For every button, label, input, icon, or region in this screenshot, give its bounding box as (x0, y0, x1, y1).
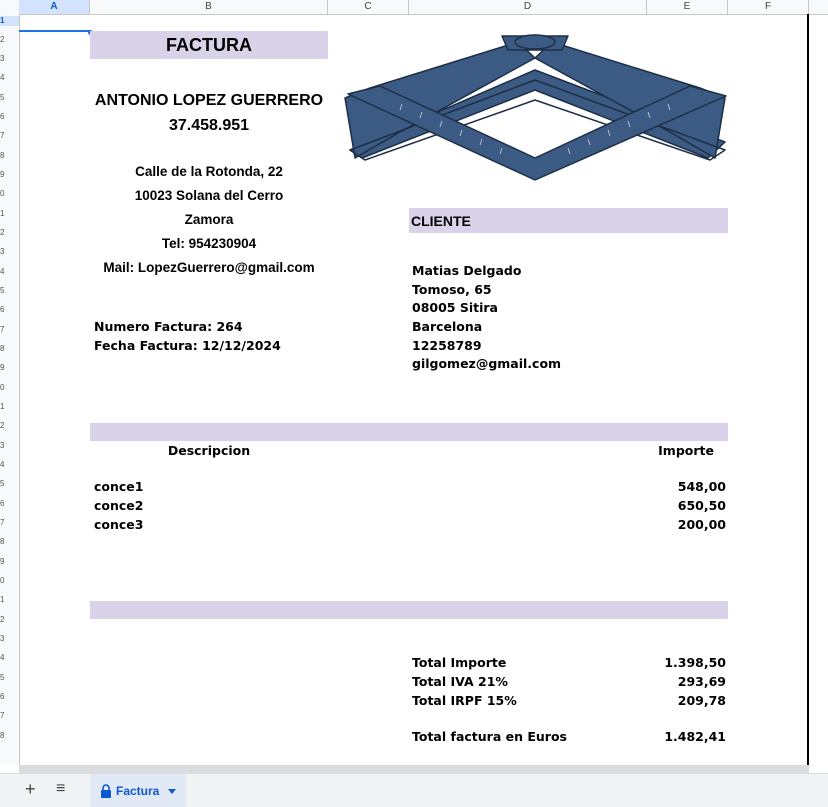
row-number[interactable]: 6 (0, 692, 19, 702)
selected-cell-a1[interactable] (19, 14, 90, 32)
column-header-bar: A B C D E F (0, 0, 828, 15)
row-number[interactable]: 0 (0, 383, 19, 393)
row-number[interactable]: 3 (0, 247, 19, 257)
row-number[interactable]: 2 (0, 228, 19, 238)
caret-down-icon[interactable] (168, 789, 176, 794)
grand-total-value: 1.482,41 (664, 729, 726, 744)
row-number[interactable]: 3 (0, 634, 19, 644)
column-header-a[interactable]: A (19, 0, 90, 14)
column-header-e[interactable]: E (647, 0, 728, 14)
row-number[interactable]: 6 (0, 305, 19, 315)
column-header-d[interactable]: D (409, 0, 647, 14)
total-importe-label: Total Importe (412, 655, 507, 670)
row-number[interactable]: 8 (0, 344, 19, 354)
row-number[interactable]: 2 (0, 615, 19, 625)
row-header-bar: 1 2 3 4 5 6 7 8 9 0 1 2 3 4 5 6 7 8 9 0 1 2 3 4 5 6 7 8 9 0 1 2 3 4 5 6 7 8 (0, 14, 20, 765)
row-number[interactable]: 1 (0, 402, 19, 412)
row-number[interactable]: 4 (0, 73, 19, 83)
client-city: 08005 Sitira (412, 300, 498, 315)
invoice-date: Fecha Factura: 12/12/2024 (94, 338, 281, 353)
client-name: Matias Delgado (412, 263, 522, 278)
issuer-name: ANTONIO LOPEZ GUERRERO (94, 92, 324, 109)
issuer-city: 10023 Solana del Cerro (134, 188, 284, 203)
row-number[interactable]: 1 (0, 16, 19, 26)
row-number[interactable]: 3 (0, 441, 19, 451)
row-number[interactable]: 6 (0, 112, 19, 122)
item-description: conce3 (94, 517, 144, 532)
row-number[interactable]: 5 (0, 93, 19, 103)
description-header: Descripcion (167, 443, 251, 458)
amount-header: Importe (658, 443, 714, 458)
row-number[interactable]: 9 (0, 363, 19, 373)
row-number[interactable]: 0 (0, 576, 19, 586)
column-header-f[interactable]: F (728, 0, 809, 14)
row-number[interactable]: 2 (0, 421, 19, 431)
client-header: CLIENTE (411, 213, 471, 229)
column-header-c[interactable]: C (328, 0, 409, 14)
row-number[interactable]: 0 (0, 189, 19, 199)
row-number[interactable]: 2 (0, 35, 19, 45)
issuer-phone: Tel: 954230904 (161, 236, 257, 251)
row-number[interactable]: 4 (0, 653, 19, 663)
issuer-address: Calle de la Rotonda, 22 (135, 164, 283, 179)
lock-icon (101, 784, 111, 798)
items-footer-band (90, 601, 728, 619)
item-description: conce1 (94, 479, 144, 494)
total-importe-value: 1.398,50 (664, 655, 726, 670)
row-number[interactable]: 1 (0, 209, 19, 219)
client-email: gilgomez@gmail.com (412, 356, 562, 371)
invoice-number: Numero Factura: 264 (94, 319, 243, 334)
row-number[interactable]: 4 (0, 460, 19, 470)
issuer-province: Zamora (184, 212, 234, 227)
horizontal-scrollbar[interactable] (19, 765, 809, 773)
invoice-title: FACTURA (166, 35, 252, 55)
column-header-b[interactable]: B (90, 0, 328, 14)
item-amount: 548,00 (677, 479, 726, 494)
client-province: Barcelona (412, 319, 483, 334)
item-amount: 650,50 (677, 498, 726, 513)
item-description: conce2 (94, 498, 144, 513)
compass-square-logo (344, 34, 727, 181)
row-number[interactable]: 7 (0, 325, 19, 335)
item-amount: 200,00 (677, 517, 726, 532)
issuer-id: 37.458.951 (168, 117, 250, 134)
total-irpf-value: 209,78 (677, 693, 726, 708)
row-number[interactable]: 7 (0, 518, 19, 528)
row-number[interactable]: 5 (0, 673, 19, 683)
row-number[interactable]: 9 (0, 170, 19, 180)
items-header-band (90, 423, 728, 441)
sheet-tab-bar: + ≡ Factura (0, 773, 828, 807)
row-number[interactable]: 6 (0, 499, 19, 509)
row-number[interactable]: 5 (0, 286, 19, 296)
issuer-email: Mail: LopezGuerrero@gmail.com (103, 260, 315, 275)
row-number[interactable]: 7 (0, 131, 19, 141)
row-number[interactable]: 8 (0, 731, 19, 741)
page-break-line (807, 14, 809, 765)
sheet-tab-label: Factura (116, 784, 160, 798)
row-number[interactable]: 8 (0, 151, 19, 161)
row-number[interactable]: 3 (0, 54, 19, 64)
client-street: Tomoso, 65 (412, 282, 492, 297)
grand-total-label: Total factura en Euros (412, 729, 567, 744)
row-number[interactable]: 1 (0, 595, 19, 605)
row-number[interactable]: 5 (0, 479, 19, 489)
client-id: 12258789 (412, 338, 482, 353)
row-number[interactable]: 8 (0, 537, 19, 547)
total-irpf-label: Total IRPF 15% (412, 693, 517, 708)
hamburger-icon[interactable]: ≡ (56, 780, 65, 798)
sheet-tab-factura[interactable]: Factura (90, 774, 186, 807)
total-iva-value: 293,69 (677, 674, 726, 689)
row-number[interactable]: 9 (0, 557, 19, 567)
total-iva-label: Total IVA 21% (412, 674, 508, 689)
plus-icon[interactable]: + (25, 779, 36, 800)
row-number[interactable]: 4 (0, 267, 19, 277)
row-number[interactable]: 7 (0, 711, 19, 721)
